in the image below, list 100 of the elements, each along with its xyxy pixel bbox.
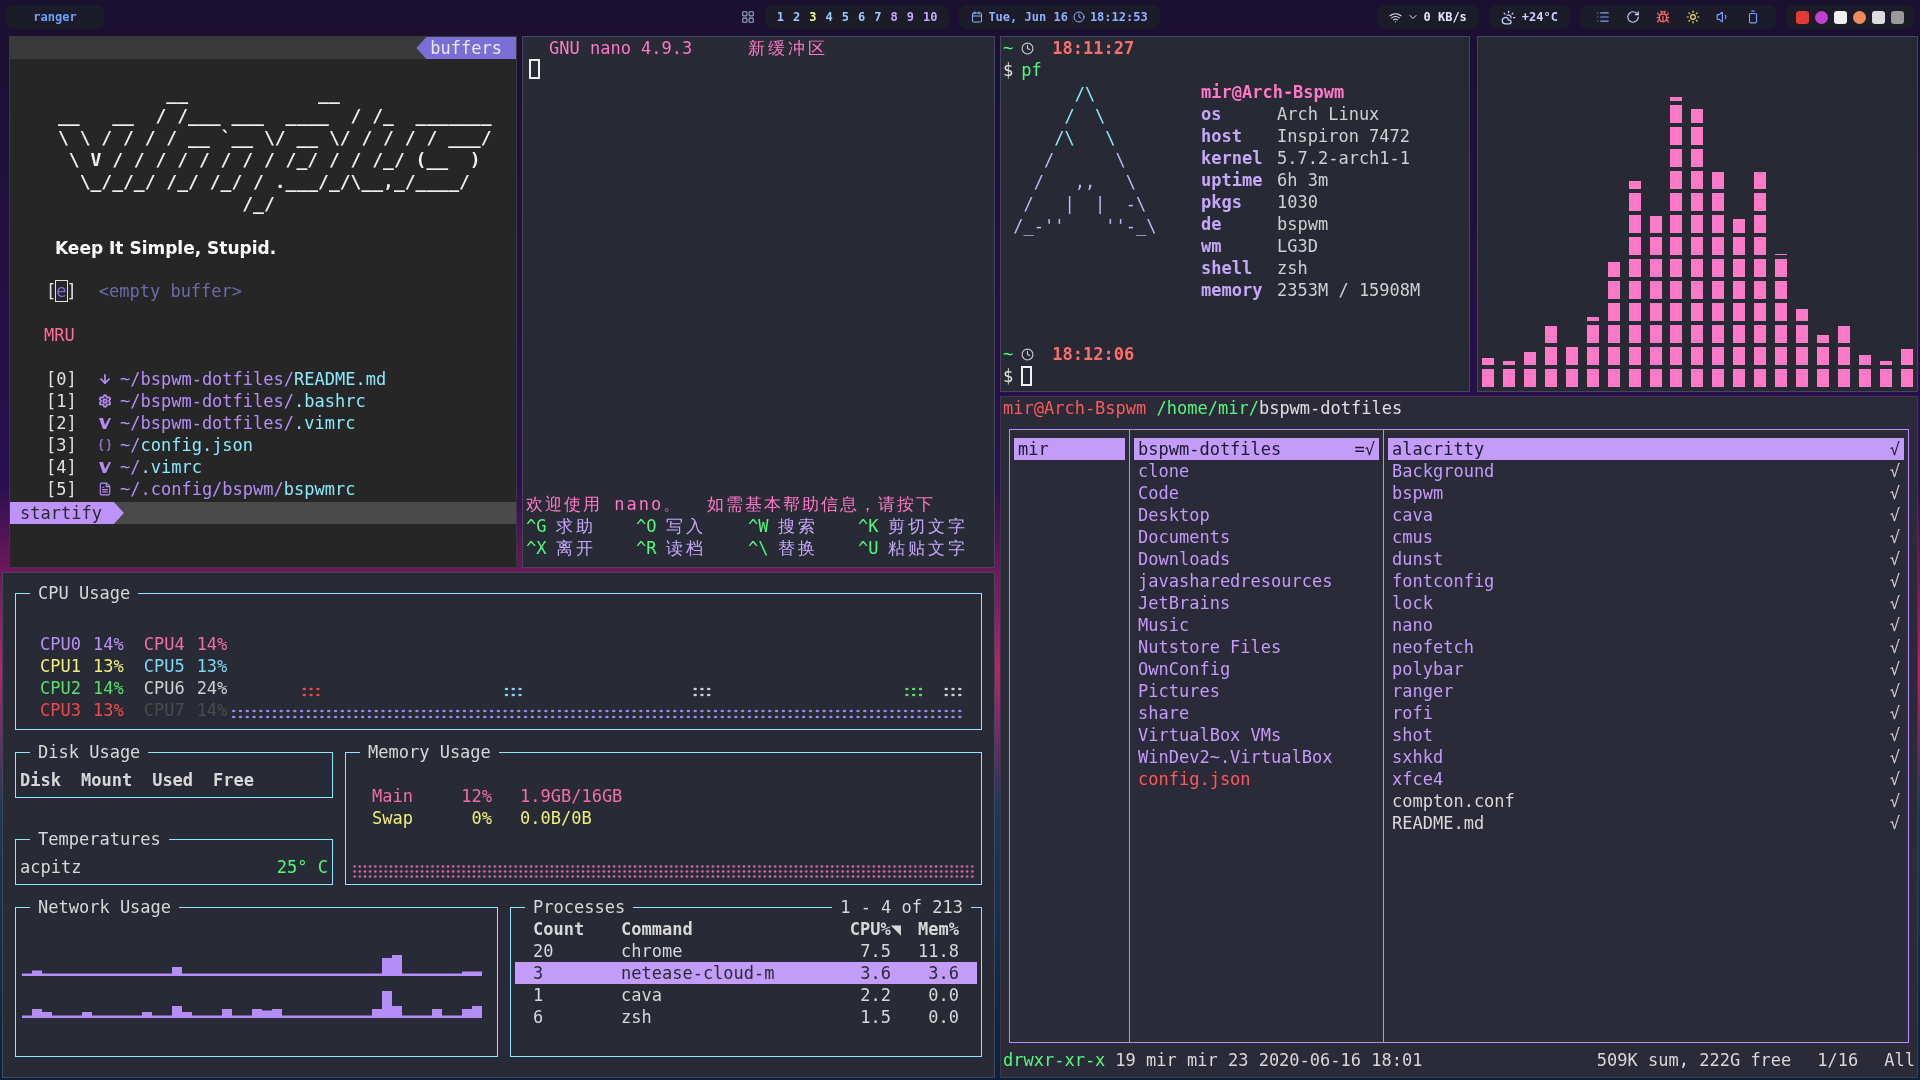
nano-title: GNU nano 4.9.3 bbox=[549, 37, 693, 59]
file-list-item[interactable]: Music bbox=[1134, 614, 1379, 636]
command-text: pf bbox=[1021, 59, 1042, 81]
recent-file-item[interactable]: [4] ~/.vimrc bbox=[46, 456, 516, 478]
gear-icon bbox=[98, 394, 112, 408]
arch-logo-art: /\ / \ /\ \ / \ / ,, \ / | | -\ /_-'' ''-_\ bbox=[1012, 83, 1158, 238]
info-key: de bbox=[1201, 213, 1277, 235]
recent-file-item[interactable]: [1] ~/bspwm-dotfiles/.bashrc bbox=[46, 390, 516, 412]
buffer-key[interactable]: [e] bbox=[46, 280, 77, 302]
workspace-tab[interactable]: 8 bbox=[890, 8, 898, 26]
recent-file-item[interactable]: [3] ~/config.json bbox=[46, 434, 516, 456]
recent-file-item[interactable]: [2] ~/bspwm-dotfiles/.vimrc bbox=[46, 412, 516, 434]
grid-icon[interactable] bbox=[740, 10, 755, 24]
workspace-tab[interactable]: 2 bbox=[793, 8, 801, 26]
file-list-item[interactable]: Background √ bbox=[1388, 460, 1904, 482]
refresh-icon[interactable] bbox=[1626, 10, 1640, 24]
column-header[interactable]: CPU%◥ bbox=[801, 918, 901, 940]
file-list-item[interactable]: config.json bbox=[1134, 768, 1379, 790]
process-row[interactable]: 6 zsh 1.5 0.0 bbox=[515, 1006, 977, 1028]
workspace-tab[interactable]: 5 bbox=[841, 8, 849, 26]
file-list-item[interactable]: share bbox=[1134, 702, 1379, 724]
file-list-item[interactable]: nano √ bbox=[1388, 614, 1904, 636]
info-value: bspwm bbox=[1277, 213, 1329, 235]
bug-icon[interactable] bbox=[1656, 10, 1670, 24]
brightness-icon[interactable] bbox=[1686, 10, 1700, 24]
column-header[interactable]: Command bbox=[621, 918, 801, 940]
date-text: Tue, Jun 16 bbox=[988, 9, 1068, 26]
file-list-item[interactable]: README.md √ bbox=[1388, 812, 1904, 834]
list-icon[interactable] bbox=[1596, 10, 1610, 24]
info-key: host bbox=[1201, 125, 1277, 147]
column-header[interactable]: Mem% bbox=[901, 918, 959, 940]
column-header: Disk bbox=[20, 769, 61, 791]
file-list-item[interactable]: JetBrains bbox=[1134, 592, 1379, 614]
app-tray-icon[interactable] bbox=[1891, 10, 1904, 24]
file-list-item[interactable]: sxhkd √ bbox=[1388, 746, 1904, 768]
workspace-tab[interactable]: 10 bbox=[922, 8, 938, 26]
workspace-tab[interactable]: 4 bbox=[825, 8, 833, 26]
file-list-item[interactable]: OwnConfig bbox=[1134, 658, 1379, 680]
file-list-item[interactable]: WinDev2~.VirtualBox bbox=[1134, 746, 1379, 768]
memory-row-text: Swap 0% 0.0B/0B bbox=[371, 807, 593, 829]
info-value: 1030 bbox=[1277, 191, 1318, 213]
workspace-tab[interactable]: 1 bbox=[776, 8, 785, 26]
recent-file-item[interactable]: [5] ~/.config/bspwm/bspwmrc bbox=[46, 478, 516, 500]
file-list-item[interactable]: ranger √ bbox=[1388, 680, 1904, 702]
file-list-item[interactable]: javasharedresources bbox=[1134, 570, 1379, 592]
window-label[interactable]: ranger bbox=[6, 5, 104, 29]
file-list-item[interactable]: clone bbox=[1134, 460, 1379, 482]
cpu-legend-item: CPU2 14% bbox=[40, 677, 124, 699]
info-key: wm bbox=[1201, 235, 1277, 257]
memory-row-text: Main 12% 1.9GB/16GB bbox=[371, 785, 624, 807]
process-row[interactable]: 3 netease-cloud-m 3.6 3.6 bbox=[515, 962, 977, 984]
tagline-text: Keep It Simple, Stupid. bbox=[55, 237, 278, 259]
cpu-legend-item: CPU5 13% bbox=[143, 655, 228, 677]
app-tray-icon[interactable] bbox=[1834, 10, 1847, 24]
file-list-item[interactable]: dunst √ bbox=[1388, 548, 1904, 570]
app-tray-icon[interactable] bbox=[1853, 10, 1866, 24]
file-list-item[interactable]: shot √ bbox=[1388, 724, 1904, 746]
recent-file-item[interactable]: [0] ~/bspwm-dotfiles/README.md bbox=[46, 368, 516, 390]
braces-icon bbox=[98, 438, 112, 452]
file-list-item[interactable]: alacritty √ bbox=[1388, 438, 1904, 460]
scroll-text: All bbox=[1884, 1049, 1915, 1071]
file-list-item[interactable]: cmus √ bbox=[1388, 526, 1904, 548]
file-list-item[interactable]: Desktop bbox=[1134, 504, 1379, 526]
process-row[interactable]: 1 cava 2.2 0.0 bbox=[515, 984, 977, 1006]
file-list-item[interactable]: fontconfig √ bbox=[1388, 570, 1904, 592]
file-list-item[interactable]: rofi √ bbox=[1388, 702, 1904, 724]
info-value: 2353M / 15908M bbox=[1277, 279, 1421, 301]
workspace-tab[interactable]: 7 bbox=[874, 8, 882, 26]
workspace-tab[interactable]: 6 bbox=[858, 8, 866, 26]
info-key: uptime bbox=[1201, 169, 1277, 191]
calendar-icon bbox=[971, 11, 984, 23]
file-list-item[interactable]: neofetch √ bbox=[1388, 636, 1904, 658]
column-header[interactable]: Count bbox=[533, 918, 621, 940]
file-list-item[interactable]: Documents bbox=[1134, 526, 1379, 548]
prompt-dir: ~ bbox=[1003, 343, 1014, 365]
info-key: shell bbox=[1201, 257, 1277, 279]
file-list-item[interactable]: Pictures bbox=[1134, 680, 1379, 702]
workspace-tab[interactable]: 9 bbox=[906, 8, 914, 26]
text-cursor bbox=[529, 59, 540, 79]
process-row[interactable]: 20 chrome 7.5 11.8 bbox=[515, 940, 977, 962]
shortcut-hint: ^W 搜索 bbox=[748, 515, 820, 537]
file-list-item[interactable]: bspwm √ bbox=[1388, 482, 1904, 504]
file-info-text: 19 mir mir 23 2020-06-16 18:01 bbox=[1115, 1049, 1423, 1071]
file-list-item[interactable]: Downloads bbox=[1134, 548, 1379, 570]
file-list-item[interactable]: polybar √ bbox=[1388, 658, 1904, 680]
workspace-tab[interactable]: 3 bbox=[809, 8, 817, 26]
file-list-item[interactable]: Code bbox=[1134, 482, 1379, 504]
file-list-item[interactable]: bspwm-dotfiles =√ bbox=[1134, 438, 1379, 460]
shortcut-hint: ^G 求助 bbox=[526, 515, 598, 537]
cpu-legend-item: CPU4 14% bbox=[143, 633, 228, 655]
file-list-item[interactable]: lock √ bbox=[1388, 592, 1904, 614]
file-list-item[interactable]: cava √ bbox=[1388, 504, 1904, 526]
battery-icon[interactable] bbox=[1746, 10, 1760, 24]
file-list-item[interactable]: VirtualBox VMs bbox=[1134, 724, 1379, 746]
info-key: pkgs bbox=[1201, 191, 1277, 213]
file-list-item[interactable]: mir bbox=[1014, 438, 1125, 460]
app-tray-icon[interactable] bbox=[1872, 10, 1885, 24]
file-list-item[interactable]: Nutstore Files bbox=[1134, 636, 1379, 658]
file-list-item[interactable]: xfce4 √ bbox=[1388, 768, 1904, 790]
file-list-item[interactable]: compton.conf √ bbox=[1388, 790, 1904, 812]
